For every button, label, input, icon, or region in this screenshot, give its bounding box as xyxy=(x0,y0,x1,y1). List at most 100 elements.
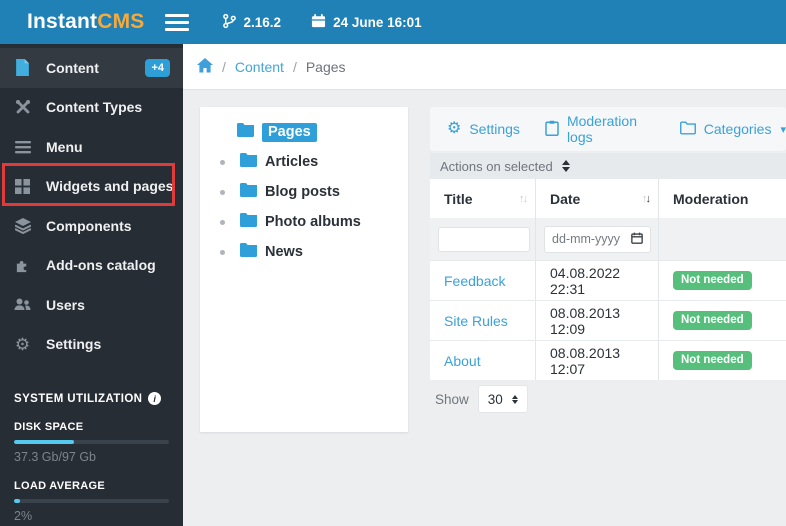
home-icon[interactable] xyxy=(197,57,213,76)
clipboard-icon xyxy=(545,120,559,139)
chevron-down-icon: ▾ xyxy=(780,123,786,136)
settings-button[interactable]: ⚙ Settings xyxy=(447,120,520,138)
sidebar-item-label: Users xyxy=(46,296,85,313)
categories-label: Categories xyxy=(703,121,772,137)
sidebar-item-label: Content Types xyxy=(46,99,143,116)
topbar: InstantCMS 2.16.2 24 June 16:01 xyxy=(0,0,786,44)
show-label: Show xyxy=(435,391,469,407)
page-link[interactable]: About xyxy=(444,353,481,369)
page-link[interactable]: Feedback xyxy=(444,273,505,289)
pages-table: Title ↑↓ Date ↑↓ Moderation dd-mm-yyyy F… xyxy=(430,179,786,380)
tree-item-blog-posts[interactable]: Blog posts xyxy=(200,177,408,207)
system-utilization-title: SYSTEM UTILIZATION i xyxy=(14,392,169,405)
sort-icon-date[interactable]: ↑↓ xyxy=(642,193,651,205)
title-filter-input[interactable] xyxy=(438,226,530,252)
tree-bullet xyxy=(220,249,225,255)
sidebar-item-label: Settings xyxy=(46,336,102,353)
tree-bullet xyxy=(220,159,225,165)
date-filter-input[interactable]: dd-mm-yyyy xyxy=(544,225,651,253)
breadcrumb-current-pages: Pages xyxy=(305,58,346,75)
settings-button-label: Settings xyxy=(469,121,520,137)
column-header-moderation: Moderation xyxy=(659,179,786,218)
tree-item-photo-albums[interactable]: Photo albums xyxy=(200,207,408,237)
table-header-row: Title ↑↓ Date ↑↓ Moderation xyxy=(430,179,786,218)
gear-icon: ⚙ xyxy=(14,334,31,354)
actions-on-selected-dropdown[interactable]: Actions on selected xyxy=(430,153,786,179)
tree-item-news[interactable]: News xyxy=(200,237,408,267)
users-icon xyxy=(14,297,31,312)
per-page-select[interactable]: 30 xyxy=(477,385,528,413)
grid-icon xyxy=(14,178,31,194)
sidebar-item-users[interactable]: Users xyxy=(0,285,183,325)
moderation-status-badge: Not needed xyxy=(673,311,752,330)
moderation-logs-label: Moderation logs xyxy=(566,113,637,145)
sidebar-item-label: Components xyxy=(46,217,132,234)
system-utilization-panel: SYSTEM UTILIZATION i DISK SPACE 37.3 Gb/… xyxy=(0,364,183,523)
folder-icon xyxy=(237,123,254,141)
datetime-text: 24 June 16:01 xyxy=(333,14,422,30)
tree-item-articles[interactable]: Articles xyxy=(200,147,408,177)
load-average-label: LOAD AVERAGE xyxy=(14,480,105,492)
info-icon[interactable]: i xyxy=(148,392,162,405)
logo-accent: CMS xyxy=(97,10,145,33)
sidebar-item-label: Widgets and pages xyxy=(46,178,174,195)
sidebar-item-components[interactable]: Components xyxy=(0,206,183,246)
updown-arrows-icon xyxy=(561,160,570,172)
folder-icon xyxy=(240,153,257,171)
sidebar-item-menu[interactable]: Menu xyxy=(0,127,183,167)
moderation-logs-button[interactable]: Moderation logs xyxy=(545,113,655,145)
datetime-indicator[interactable]: 24 June 16:01 xyxy=(311,13,422,31)
version-indicator[interactable]: 2.16.2 xyxy=(222,13,282,32)
tree-item-label: Blog posts xyxy=(265,184,340,200)
load-average-progressbar xyxy=(14,499,169,503)
document-icon xyxy=(14,59,31,77)
disk-space-progress-fill xyxy=(14,440,75,444)
sidebar-item-content[interactable]: Content +4 xyxy=(0,48,183,88)
folder-icon xyxy=(240,243,257,261)
per-page-value: 30 xyxy=(487,391,503,407)
version-number: 2.16.2 xyxy=(243,14,282,30)
actions-on-selected-label: Actions on selected xyxy=(440,158,553,174)
tree-item-label: Photo albums xyxy=(265,214,361,230)
sort-icon-title[interactable]: ↑↓ xyxy=(519,193,528,205)
table-row[interactable]: Site Rules 08.08.2013 12:09 Not needed xyxy=(430,300,786,340)
load-average-progress-fill xyxy=(14,499,21,503)
page-date: 08.08.2013 12:07 xyxy=(550,344,621,377)
sidebar-item-addons-catalog[interactable]: Add-ons catalog xyxy=(0,246,183,286)
calendar-icon xyxy=(311,13,326,31)
logo-primary: Instant xyxy=(27,10,98,33)
sidebar-item-widgets-and-pages[interactable]: Widgets and pages xyxy=(0,167,183,207)
menu-lines-icon xyxy=(14,140,31,154)
content-count-badge: +4 xyxy=(145,58,170,77)
sidebar-item-content-types[interactable]: Content Types xyxy=(0,88,183,128)
menu-toggle-icon[interactable] xyxy=(164,13,189,31)
breadcrumb-link-content[interactable]: Content xyxy=(235,59,284,75)
updown-arrows-icon xyxy=(511,394,518,404)
breadcrumb-separator: / xyxy=(292,58,297,75)
sidebar: Content +4 Content Types Menu Widgets an… xyxy=(0,44,183,526)
tree-item-label: News xyxy=(265,244,303,260)
table-row[interactable]: About 08.08.2013 12:07 Not needed xyxy=(430,340,786,380)
system-utilization-label: SYSTEM UTILIZATION xyxy=(14,392,143,405)
sidebar-item-settings[interactable]: ⚙ Settings xyxy=(0,325,183,365)
tree-item-pages[interactable]: Pages xyxy=(200,117,408,147)
column-header-date[interactable]: Date ↑↓ xyxy=(536,179,659,218)
tree-bullet xyxy=(220,189,225,195)
gear-icon: ⚙ xyxy=(447,120,462,137)
disk-space-value: 37.3 Gb/97 Gb xyxy=(14,450,97,464)
calendar-icon[interactable] xyxy=(631,232,643,247)
page-link[interactable]: Site Rules xyxy=(444,313,508,329)
table-row[interactable]: Feedback 04.08.2022 22:31 Not needed xyxy=(430,260,786,300)
disk-space-label: DISK SPACE xyxy=(14,421,84,433)
moderation-status-badge: Not needed xyxy=(673,351,752,370)
puzzle-icon xyxy=(14,258,31,273)
folder-icon xyxy=(240,213,257,231)
column-header-title[interactable]: Title ↑↓ xyxy=(430,179,536,218)
load-average-value: 2% xyxy=(14,509,33,523)
folder-outline-icon xyxy=(679,120,696,138)
column-moderation-label: Moderation xyxy=(673,190,749,207)
column-date-label: Date xyxy=(550,190,581,207)
column-title-label: Title xyxy=(444,190,473,207)
categories-dropdown-button[interactable]: Categories ▾ xyxy=(679,120,786,138)
sidebar-item-label: Menu xyxy=(46,138,83,155)
